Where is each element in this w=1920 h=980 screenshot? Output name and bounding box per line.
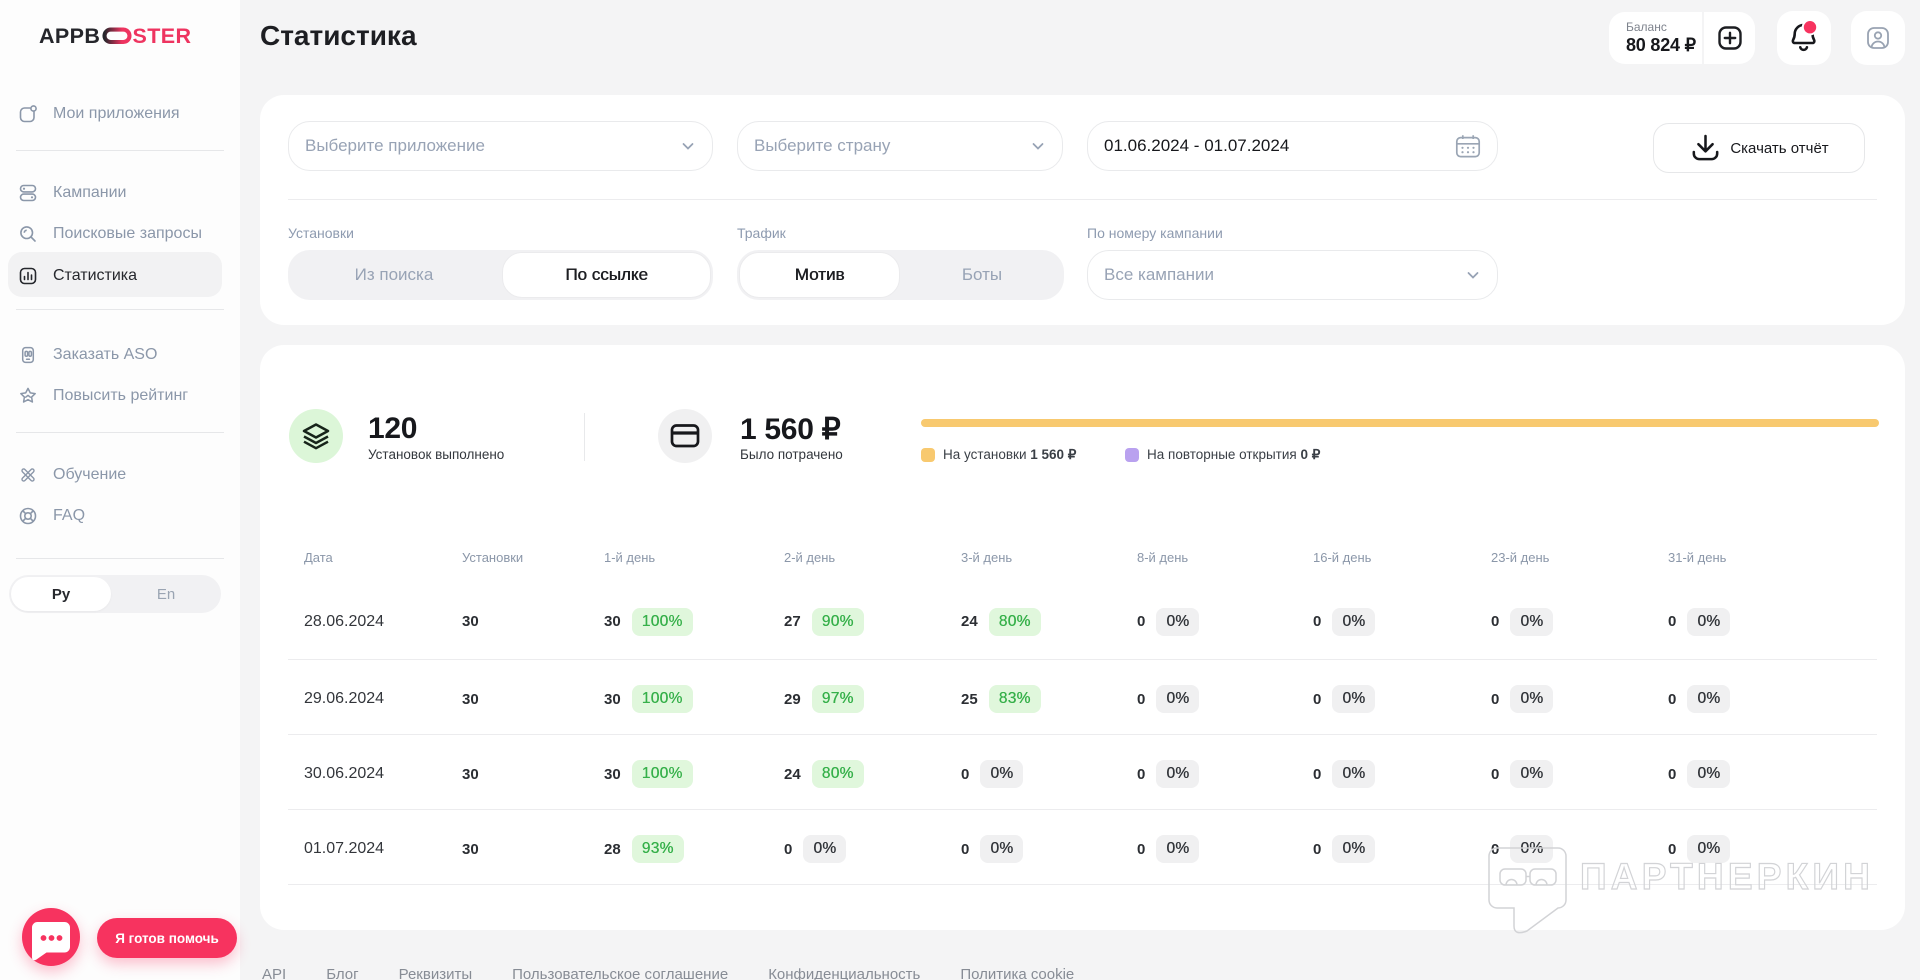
svg-text:APPB: APPB: [39, 25, 100, 47]
svg-text:ПАРТНЕРКИН: ПАРТНЕРКИН: [1580, 856, 1874, 897]
svg-text:STER: STER: [133, 25, 192, 47]
